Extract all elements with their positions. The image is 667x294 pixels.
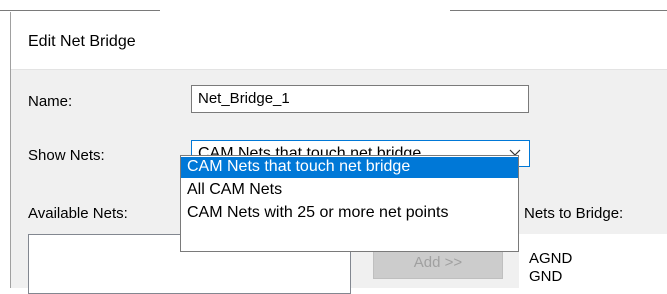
dropdown-option-25-or-more-points[interactable]: CAM Nets with 25 or more net points: [181, 203, 518, 224]
name-label: Name:: [28, 93, 73, 110]
dropdown-option-all-cam-nets[interactable]: All CAM Nets: [181, 180, 518, 201]
dialog-titlebar[interactable]: Edit Net Bridge: [11, 12, 667, 70]
dialog-title: Edit Net Bridge: [28, 33, 136, 50]
background-window-edge: [0, 0, 667, 12]
show-nets-dropdown-list[interactable]: CAM Nets that touch net bridge All CAM N…: [180, 155, 519, 252]
available-nets-label: Available Nets:: [28, 205, 128, 222]
list-item[interactable]: GND: [529, 268, 562, 285]
dropdown-option-touch-net-bridge[interactable]: CAM Nets that touch net bridge: [181, 157, 518, 178]
list-item[interactable]: AGND: [529, 250, 572, 267]
background-divider: [0, 10, 160, 11]
background-divider: [450, 10, 667, 11]
nets-to-bridge-label: Nets to Bridge:: [524, 205, 624, 222]
name-input[interactable]: Net_Bridge_1: [191, 85, 529, 113]
show-nets-label: Show Nets:: [28, 147, 105, 164]
add-button[interactable]: Add >>: [373, 249, 503, 279]
nets-to-bridge-list[interactable]: AGND GND: [519, 234, 667, 294]
